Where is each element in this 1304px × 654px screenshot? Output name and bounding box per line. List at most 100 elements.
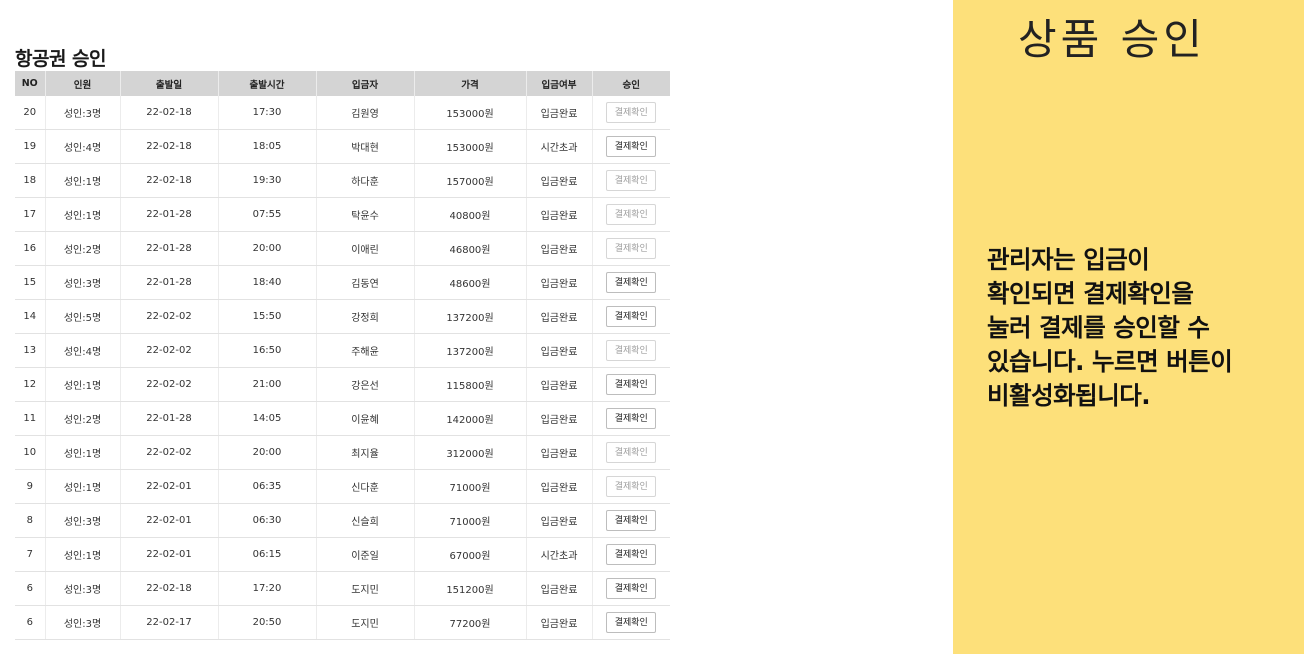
cell-payment-status: 입금완료 — [525, 435, 592, 470]
cell-payment-status: 시간초과 — [525, 537, 592, 572]
cell-approval: 결제확인 — [591, 401, 670, 436]
table-row: 14 성인:5명 22-02-02 15:50 강정희 137200원 입금완료 결제확인 — [15, 299, 670, 334]
cell-people: 성인:5명 — [44, 299, 120, 334]
table-row: 10 성인:1명 22-02-02 20:00 최지율 312000원 입금완료 결제확인 — [15, 435, 670, 470]
confirm-payment-button: 결제확인 — [606, 238, 657, 259]
cell-approval: 결제확인 — [591, 367, 670, 402]
cell-payer: 하다훈 — [315, 163, 414, 198]
cell-no: 11 — [15, 401, 45, 436]
cell-no: 6 — [15, 571, 45, 606]
cell-approval: 결제확인 — [591, 503, 670, 538]
cell-price: 40800원 — [413, 197, 526, 232]
cell-payer: 도지민 — [315, 571, 414, 606]
cell-no: 19 — [15, 129, 45, 164]
cell-departure-time: 18:40 — [217, 265, 316, 300]
cell-people: 성인:4명 — [44, 333, 120, 368]
side-panel-description: 관리자는 입금이 확인되면 결제확인을 눌러 결제를 승인할 수 있습니다. 누… — [987, 243, 1299, 413]
cell-departure-date: 22-01-28 — [119, 231, 218, 266]
cell-payer: 김원영 — [315, 96, 414, 130]
cell-departure-date: 22-01-28 — [119, 401, 218, 436]
col-header-no: NO — [15, 71, 45, 96]
cell-payment-status: 입금완료 — [525, 571, 592, 606]
confirm-payment-button: 결제확인 — [606, 476, 657, 497]
cell-departure-time: 20:00 — [217, 435, 316, 470]
cell-departure-time: 06:30 — [217, 503, 316, 538]
cell-payment-status: 입금완료 — [525, 197, 592, 232]
cell-payer: 김동연 — [315, 265, 414, 300]
cell-people: 성인:1명 — [44, 367, 120, 402]
cell-price: 48600원 — [413, 265, 526, 300]
cell-approval: 결제확인 — [591, 435, 670, 470]
cell-no: 7 — [15, 537, 45, 572]
table-row: 16 성인:2명 22-01-28 20:00 이애린 46800원 입금완료 결제확인 — [15, 231, 670, 266]
cell-departure-time: 17:20 — [217, 571, 316, 606]
cell-people: 성인:3명 — [44, 605, 120, 640]
table-row: 7 성인:1명 22-02-01 06:15 이준일 67000원 시간초과 결제확인 — [15, 537, 670, 572]
cell-approval: 결제확인 — [591, 129, 670, 164]
cell-payer: 박대현 — [315, 129, 414, 164]
cell-no: 13 — [15, 333, 45, 368]
table-row: 19 성인:4명 22-02-18 18:05 박대현 153000원 시간초과 결제확인 — [15, 129, 670, 164]
confirm-payment-button[interactable]: 결제확인 — [606, 136, 657, 157]
table-header-row: NO 인원 출발일 출발시간 입금자 가격 입금여부 승인 — [15, 71, 670, 96]
cell-payer: 강은선 — [315, 367, 414, 402]
cell-departure-date: 22-02-18 — [119, 571, 218, 606]
page-title: 항공권 승인 — [15, 48, 107, 70]
table-row: 15 성인:3명 22-01-28 18:40 김동연 48600원 입금완료 결제확인 — [15, 265, 670, 300]
cell-payer: 신다훈 — [315, 469, 414, 504]
col-header-approval: 승인 — [591, 71, 670, 96]
cell-payer: 신슬희 — [315, 503, 414, 538]
confirm-payment-button[interactable]: 결제확인 — [606, 374, 657, 395]
cell-price: 71000원 — [413, 469, 526, 504]
cell-price: 312000원 — [413, 435, 526, 470]
table-row: 18 성인:1명 22-02-18 19:30 하다훈 157000원 입금완료 결제확인 — [15, 163, 670, 198]
confirm-payment-button[interactable]: 결제확인 — [606, 544, 657, 565]
cell-departure-time: 20:50 — [217, 605, 316, 640]
cell-payer: 탁윤수 — [315, 197, 414, 232]
cell-people: 성인:3명 — [44, 96, 120, 130]
cell-price: 157000원 — [413, 163, 526, 198]
cell-payment-status: 입금완료 — [525, 503, 592, 538]
cell-payment-status: 입금완료 — [525, 367, 592, 402]
description-line: 관리자는 입금이 — [987, 245, 1150, 274]
confirm-payment-button[interactable]: 결제확인 — [606, 510, 657, 531]
cell-no: 15 — [15, 265, 45, 300]
confirm-payment-button[interactable]: 결제확인 — [606, 306, 657, 327]
cell-departure-date: 22-02-01 — [119, 537, 218, 572]
col-header-departure-time: 출발시간 — [217, 71, 316, 96]
col-header-people: 인원 — [44, 71, 120, 96]
table-row: 9 성인:1명 22-02-01 06:35 신다훈 71000원 입금완료 결제확인 — [15, 469, 670, 504]
table-body: 20 성인:3명 22-02-18 17:30 김원영 153000원 입금완료 결제확인 19… — [15, 96, 670, 640]
cell-payment-status: 입금완료 — [525, 605, 592, 640]
description-line: 확인되면 결제확인을 — [987, 279, 1194, 308]
cell-no: 14 — [15, 299, 45, 334]
confirm-payment-button: 결제확인 — [606, 442, 657, 463]
cell-approval: 결제확인 — [591, 469, 670, 504]
confirm-payment-button[interactable]: 결제확인 — [606, 578, 657, 599]
cell-payer: 최지율 — [315, 435, 414, 470]
cell-approval: 결제확인 — [591, 537, 670, 572]
cell-people: 성인:1명 — [44, 469, 120, 504]
confirm-payment-button[interactable]: 결제확인 — [606, 408, 657, 429]
cell-no: 6 — [15, 605, 45, 640]
cell-approval: 결제확인 — [591, 96, 670, 130]
cell-price: 137200원 — [413, 299, 526, 334]
cell-people: 성인:3명 — [44, 265, 120, 300]
confirm-payment-button[interactable]: 결제확인 — [606, 612, 657, 633]
cell-departure-time: 18:05 — [217, 129, 316, 164]
cell-payment-status: 입금완료 — [525, 299, 592, 334]
cell-payment-status: 입금완료 — [525, 401, 592, 436]
cell-departure-time: 19:30 — [217, 163, 316, 198]
cell-departure-date: 22-02-02 — [119, 435, 218, 470]
cell-payment-status: 입금완료 — [525, 333, 592, 368]
cell-departure-date: 22-02-02 — [119, 299, 218, 334]
confirm-payment-button[interactable]: 결제확인 — [606, 272, 657, 293]
cell-people: 성인:3명 — [44, 571, 120, 606]
cell-people: 성인:4명 — [44, 129, 120, 164]
description-line: 비활성화됩니다. — [987, 381, 1151, 410]
cell-payer: 이준일 — [315, 537, 414, 572]
col-header-payment-status: 입금여부 — [525, 71, 592, 96]
side-panel: 상품 승인 관리자는 입금이 확인되면 결제확인을 눌러 결제를 승인할 수 있… — [953, 0, 1304, 654]
cell-departure-time: 15:50 — [217, 299, 316, 334]
cell-payment-status: 입금완료 — [525, 469, 592, 504]
